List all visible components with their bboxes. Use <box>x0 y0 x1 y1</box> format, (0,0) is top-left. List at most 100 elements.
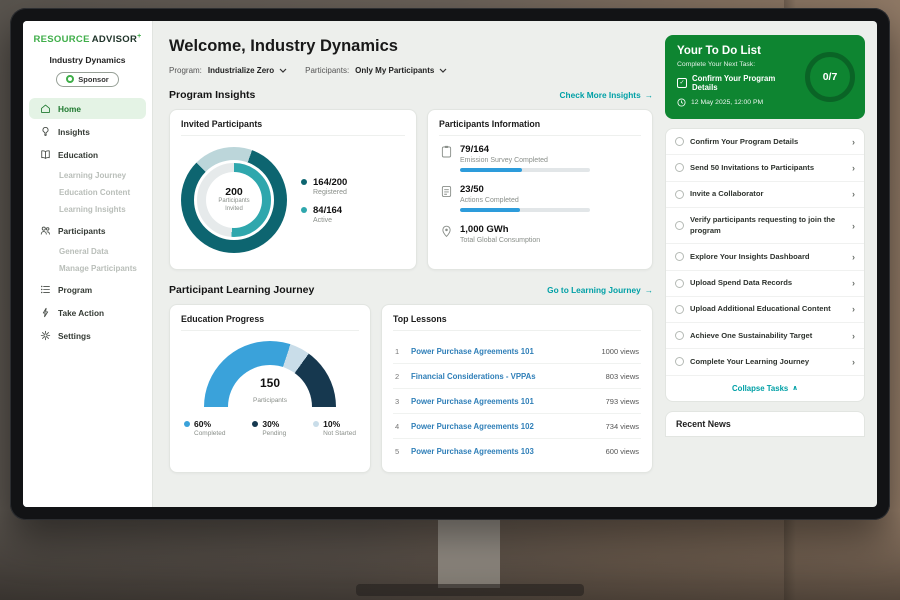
recent-news-header[interactable]: Recent News <box>665 411 865 437</box>
book-icon <box>40 149 51 160</box>
task-row-upload-spend-data[interactable]: Upload Spend Data Records › <box>666 271 864 297</box>
collapse-tasks-link[interactable]: Collapse Tasks ∧ <box>666 376 864 401</box>
task-row-confirm-program[interactable]: Confirm Your Program Details › <box>666 129 864 155</box>
program-filter-label: Program: <box>169 66 202 75</box>
location-pin-icon <box>441 225 452 238</box>
info-card-title: Participants Information <box>439 119 641 136</box>
task-checkbox[interactable] <box>675 357 684 366</box>
lesson-row: 2 Financial Considerations - VPPAs 803 v… <box>393 364 641 389</box>
chevron-right-icon: › <box>852 304 855 314</box>
sidebar-item-home[interactable]: Home <box>29 98 146 119</box>
task-row-invite-collaborator[interactable]: Invite a Collaborator › <box>666 182 864 208</box>
emission-survey-row: 79/164 Emission Survey Completed <box>441 144 639 172</box>
brand-primary: RESOURCE <box>33 34 89 45</box>
check-more-insights-text: Check More Insights <box>560 90 641 100</box>
active-value: 84/164 <box>313 205 342 216</box>
task-label: Explore Your Insights Dashboard <box>690 252 846 262</box>
arrow-right-icon: → <box>645 90 653 100</box>
completed-value: 60% <box>194 419 225 429</box>
consumption-label: Total Global Consumption <box>460 237 540 244</box>
sidebar-item-participants[interactable]: Participants <box>29 220 146 241</box>
next-task-row[interactable]: ✓ Confirm Your Program Details <box>677 74 803 92</box>
task-checkbox[interactable] <box>675 331 684 340</box>
task-checkbox[interactable] <box>675 163 684 172</box>
sidebar-item-insights[interactable]: Insights <box>29 121 146 142</box>
chevron-right-icon: › <box>852 189 855 199</box>
task-checkbox[interactable] <box>675 137 684 146</box>
check-more-insights-link[interactable]: Check More Insights → <box>560 90 653 100</box>
lesson-rank: 3 <box>395 397 403 406</box>
sidebar-item-manage-participants[interactable]: Manage Participants <box>29 260 146 277</box>
filter-bar: Program: Industrialize Zero Participants… <box>169 66 653 75</box>
consumption-row: 1,000 GWh Total Global Consumption <box>441 224 639 248</box>
task-checkbox[interactable] <box>675 252 684 261</box>
legend-item-pending: 30% Pending <box>252 419 286 437</box>
todo-title: Your To Do List <box>677 45 803 57</box>
lesson-link[interactable]: Power Purchase Agreements 102 <box>411 422 598 431</box>
sidebar-item-education[interactable]: Education <box>29 144 146 165</box>
participants-information-card: Participants Information 79/164 Emission… <box>427 109 653 270</box>
due-date-label: 12 May 2025, 12:00 PM <box>691 99 763 106</box>
active-label: Active <box>313 217 342 224</box>
sidebar-item-general-data[interactable]: General Data <box>29 243 146 260</box>
program-select[interactable]: Industrialize Zero <box>208 66 287 75</box>
task-row-upload-educational-content[interactable]: Upload Additional Educational Content › <box>666 297 864 323</box>
task-label: Confirm Your Program Details <box>690 137 846 147</box>
lesson-link[interactable]: Financial Considerations - VPPAs <box>411 372 598 381</box>
task-checkbox[interactable] <box>675 221 684 230</box>
sponsor-icon <box>66 75 74 83</box>
top-lessons-title: Top Lessons <box>393 314 641 331</box>
lesson-row: 4 Power Purchase Agreements 102 734 view… <box>393 414 641 439</box>
sidebar-item-learning-insights[interactable]: Learning Insights <box>29 201 146 218</box>
lesson-link[interactable]: Power Purchase Agreements 103 <box>411 447 598 456</box>
completed-label: Completed <box>194 430 225 437</box>
task-row-explore-insights[interactable]: Explore Your Insights Dashboard › <box>666 244 864 270</box>
pending-dot-icon <box>252 421 258 427</box>
pending-value: 30% <box>262 419 286 429</box>
sidebar-item-settings[interactable]: Settings <box>29 325 146 346</box>
registered-value: 164/200 <box>313 177 347 188</box>
brand-logo: RESOURCEADVISOR+ <box>23 33 152 45</box>
legend-item-registered: 164/200 Registered <box>301 177 347 196</box>
org-name: Industry Dynamics <box>23 55 152 65</box>
task-row-send-invitations[interactable]: Send 50 Invitations to Participants › <box>666 155 864 181</box>
task-row-verify-participants[interactable]: Verify participants requesting to join t… <box>666 208 864 245</box>
todo-subtitle: Complete Your Next Task: <box>677 61 803 68</box>
task-row-achieve-target[interactable]: Achieve One Sustainability Target › <box>666 323 864 349</box>
task-checkbox[interactable] <box>675 305 684 314</box>
education-legend: 60% Completed 30% Pending <box>181 419 359 437</box>
sidebar-item-label: Education <box>58 150 98 160</box>
emission-survey-label: Emission Survey Completed <box>460 157 590 164</box>
actions-completed-row: 23/50 Actions Completed <box>441 184 639 212</box>
task-label: Complete Your Learning Journey <box>690 357 846 367</box>
sidebar-item-education-content[interactable]: Education Content <box>29 184 146 201</box>
page-title: Welcome, Industry Dynamics <box>169 37 653 56</box>
lesson-link[interactable]: Power Purchase Agreements 101 <box>411 347 593 356</box>
sidebar-item-program[interactable]: Program <box>29 279 146 300</box>
lesson-views: 600 views <box>606 447 639 456</box>
lesson-link[interactable]: Power Purchase Agreements 101 <box>411 397 598 406</box>
task-label: Verify participants requesting to join t… <box>690 215 846 236</box>
legend-item-active: 84/164 Active <box>301 205 347 224</box>
emission-survey-progress-fill <box>460 168 522 172</box>
sidebar-item-take-action[interactable]: Take Action <box>29 302 146 323</box>
photo-background: RESOURCEADVISOR+ Industry Dynamics Spons… <box>0 0 900 600</box>
invited-participants-card: Invited Participants 200 Participants In… <box>169 109 417 270</box>
education-gauge-center: 150 Participants <box>204 377 336 407</box>
task-label: Achieve One Sustainability Target <box>690 331 846 341</box>
task-checkbox[interactable] <box>675 190 684 199</box>
sidebar-item-learning-journey[interactable]: Learning Journey <box>29 167 146 184</box>
invited-donut-center: 200 Participants Invited <box>206 172 262 228</box>
chevron-right-icon: › <box>852 163 855 173</box>
task-row-complete-learning-journey[interactable]: Complete Your Learning Journey › <box>666 349 864 375</box>
go-to-learning-journey-link[interactable]: Go to Learning Journey → <box>547 285 653 295</box>
participants-select-value: Only My Participants <box>355 66 434 75</box>
sidebar-item-label: Home <box>58 104 81 114</box>
task-checkbox[interactable] <box>675 279 684 288</box>
participants-select[interactable]: Only My Participants <box>355 66 447 75</box>
sidebar: RESOURCEADVISOR+ Industry Dynamics Spons… <box>23 21 153 507</box>
section-title-learning-journey: Participant Learning Journey <box>169 284 314 296</box>
chevron-right-icon: › <box>852 278 855 288</box>
invited-donut-chart: 200 Participants Invited <box>181 147 287 253</box>
list-icon <box>40 284 51 295</box>
